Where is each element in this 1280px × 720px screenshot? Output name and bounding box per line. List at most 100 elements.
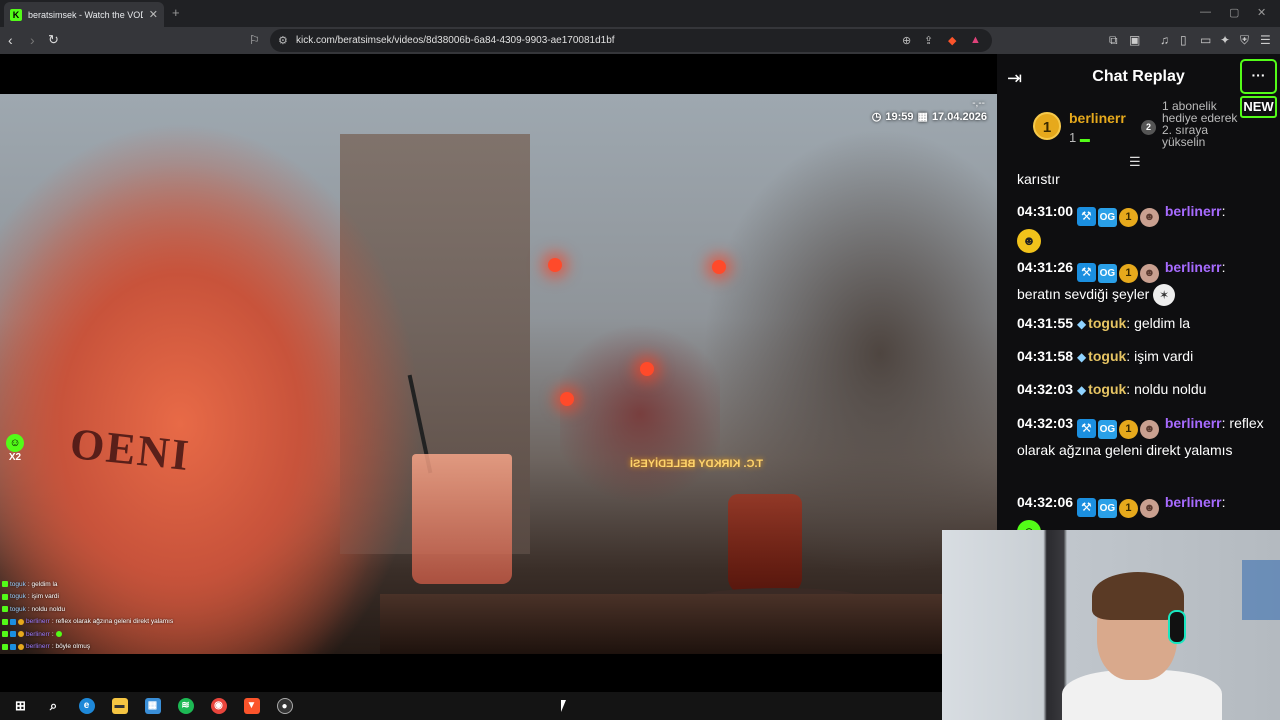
url-text: kick.com/beratsimsek/videos/8d38006b-6a8… — [296, 35, 615, 46]
menu-icon[interactable]: ☰ — [1260, 33, 1271, 47]
forward-icon[interactable]: › — [30, 32, 35, 48]
taskbar-spotify[interactable]: ≋ — [169, 692, 202, 720]
zoom-icon[interactable]: ⊕ — [902, 34, 911, 47]
browser-tab-bar: K beratsimsek - Watch the VOD ✕ + — ▢ ✕ — [0, 0, 1280, 27]
chat-username[interactable]: berlinerr — [1165, 415, 1222, 431]
bookmark-icon[interactable]: ⚐ — [249, 33, 260, 47]
overlay-chat-text: : reflex olarak ağzına geleni direkt yal… — [51, 618, 174, 626]
coin-badge-icon — [18, 643, 24, 650]
search-icon: ⌕ — [49, 698, 58, 713]
brave-shield-icon[interactable]: ◆ — [948, 34, 956, 47]
og-badge-icon: OG — [1097, 499, 1117, 518]
kick-badge-icon — [2, 593, 8, 600]
kick-badge-icon — [2, 631, 8, 638]
chat-username[interactable]: berlinerr — [1165, 203, 1222, 219]
vpn-icon[interactable]: ⛨ — [1240, 33, 1249, 48]
folder-icon: ▬ — [111, 698, 128, 714]
taskbar-brave[interactable]: ▼ — [235, 692, 268, 720]
chat-message-text: beratın sevdiği şeyler — [1017, 286, 1150, 302]
video-frame[interactable]: OENI T.C. KIRKDY BELEDİYESİ -,-- ◷ 19:59… — [0, 94, 997, 654]
chat-message-text: noldu noldu — [1134, 381, 1207, 397]
video-player[interactable]: OENI T.C. KIRKDY BELEDİYESİ -,-- ◷ 19:59… — [0, 54, 997, 692]
brave-icon: ▼ — [243, 698, 260, 714]
address-bar[interactable]: ⚙ kick.com/beratsimsek/videos/8d38006b-6… — [270, 29, 992, 52]
overlay-chat-user: toguk — [10, 580, 26, 588]
tab-close-icon[interactable]: ✕ — [149, 8, 158, 21]
gift-leaderboard: 1 berlinerr 1 ▬ 2 1 abonelik hediye eder… — [997, 100, 1240, 158]
taskbar-chrome[interactable]: ◉ — [202, 692, 235, 720]
overlay-chat-line: toguk : geldim la — [2, 578, 302, 591]
restore-button[interactable]: ▢ — [1229, 6, 1239, 19]
overlay-chat-text: : böyle olmuş — [51, 643, 91, 651]
chat-message: 04:31:26 ⚒ OG 1 ☻ berlinerr: beratın sevdiğ… — [1017, 256, 1267, 307]
screenshot-icon[interactable]: ▣ — [1129, 33, 1140, 47]
kick-favicon-icon: K — [10, 8, 22, 21]
leo-icon[interactable]: ✦ — [1220, 33, 1230, 47]
mod-badge-icon — [10, 631, 16, 638]
rank-2-medal-icon: 2 — [1141, 120, 1156, 135]
chat-message-text: işim vardi — [1134, 348, 1194, 364]
leaderboard-user[interactable]: berlinerr — [1069, 110, 1126, 126]
new-badge: NEW — [1240, 96, 1277, 118]
overlay-chat-line: berlinerr : — [2, 628, 302, 641]
back-icon[interactable]: ‹ — [8, 32, 13, 48]
extensions-icon[interactable]: ⧉ — [1109, 33, 1118, 48]
green-emote-icon — [55, 631, 62, 638]
avatar-badge-icon: ☻ — [1139, 264, 1159, 283]
video-light — [640, 362, 654, 376]
video-glass — [412, 454, 512, 584]
leaderboard-count: 1 ▬ — [1069, 130, 1090, 145]
chat-username[interactable]: toguk — [1088, 381, 1126, 397]
video-sign-text: T.C. KIRKDY BELEDİYESİ — [630, 458, 764, 470]
chat-messages: karıstır 04:31:00 ⚒ OG 1 ☻ berlinerr: ☻ 04:… — [997, 166, 1280, 586]
taskbar-store[interactable]: ▦ — [136, 692, 169, 720]
overlay-emote-count: X2 — [8, 452, 22, 463]
stream-chat-overlay: toguk : geldim la toguk : işim vardi tog… — [2, 578, 302, 653]
start-button[interactable]: ⊞ — [4, 692, 37, 720]
overlay-chat-line: berlinerr : reflex olarak ağzına geleni … — [2, 616, 302, 629]
mod-badge-icon — [10, 618, 16, 625]
close-window-button[interactable]: ✕ — [1257, 6, 1266, 19]
webcam-wall-poster — [1242, 560, 1280, 620]
video-hud-time: 19:59 — [885, 110, 914, 123]
minimize-button[interactable]: — — [1200, 6, 1211, 18]
kick-badge-icon — [2, 606, 8, 613]
share-icon[interactable]: ⇪ — [924, 34, 933, 47]
chat-username[interactable]: toguk — [1088, 348, 1126, 364]
taskbar-edge[interactable]: e — [70, 692, 103, 720]
gifter-badge-icon: 1 — [1118, 264, 1138, 283]
edge-icon: e — [78, 698, 95, 714]
media-icon[interactable]: ♫ — [1160, 33, 1169, 47]
mod-badge-icon — [10, 643, 16, 650]
search-button[interactable]: ⌕ — [37, 692, 70, 720]
taskbar-explorer[interactable]: ▬ — [103, 692, 136, 720]
wallet-icon[interactable]: ▭ — [1200, 33, 1211, 47]
overlay-chat-line: berlinerr : böyle olmuş — [2, 641, 302, 654]
overlay-chat-user: berlinerr — [26, 630, 50, 638]
chat-username[interactable]: toguk — [1088, 315, 1126, 331]
new-tab-button[interactable]: + — [172, 5, 180, 20]
overlay-chat-text: : işim vardi — [27, 593, 59, 601]
chat-message-text: geldim la — [1134, 315, 1191, 331]
leaderboard-count-value: 1 — [1069, 130, 1077, 145]
screen: K beratsimsek - Watch the VOD ✕ + — ▢ ✕ … — [0, 0, 1280, 720]
reload-icon[interactable]: ↻ — [48, 32, 59, 48]
sidebar-icon[interactable]: ▯ — [1180, 33, 1187, 47]
overlay-chat-text: : noldu noldu — [27, 605, 66, 613]
og-badge-icon: OG — [1097, 208, 1117, 227]
overlay-emote-counter: ☺ X2 — [4, 434, 26, 463]
chat-username[interactable]: berlinerr — [1165, 259, 1222, 275]
webcam-overlay — [942, 530, 1280, 720]
leaderboard-promo-text: 1 abonelik hediye ederek 2. sıraya yükse… — [1162, 100, 1238, 149]
taskbar-obs[interactable]: ● — [268, 692, 301, 720]
chat-message: 04:31:00 ⚒ OG 1 ☻ berlinerr: ☻ — [1017, 200, 1267, 254]
video-hud-status: -,-- — [972, 98, 985, 109]
brave-rewards-icon[interactable]: ▲ — [970, 34, 981, 46]
diamond-badge-icon: ◆ — [1076, 383, 1087, 397]
site-info-icon[interactable]: ⚙ — [278, 34, 288, 47]
chat-username[interactable]: berlinerr — [1165, 494, 1222, 510]
chat-more-button[interactable]: ··· — [1240, 59, 1277, 94]
overlay-chat-user: toguk — [10, 605, 26, 613]
active-tab[interactable]: K beratsimsek - Watch the VOD ✕ — [4, 2, 164, 27]
moderator-badge-icon: ⚒ — [1076, 498, 1096, 517]
